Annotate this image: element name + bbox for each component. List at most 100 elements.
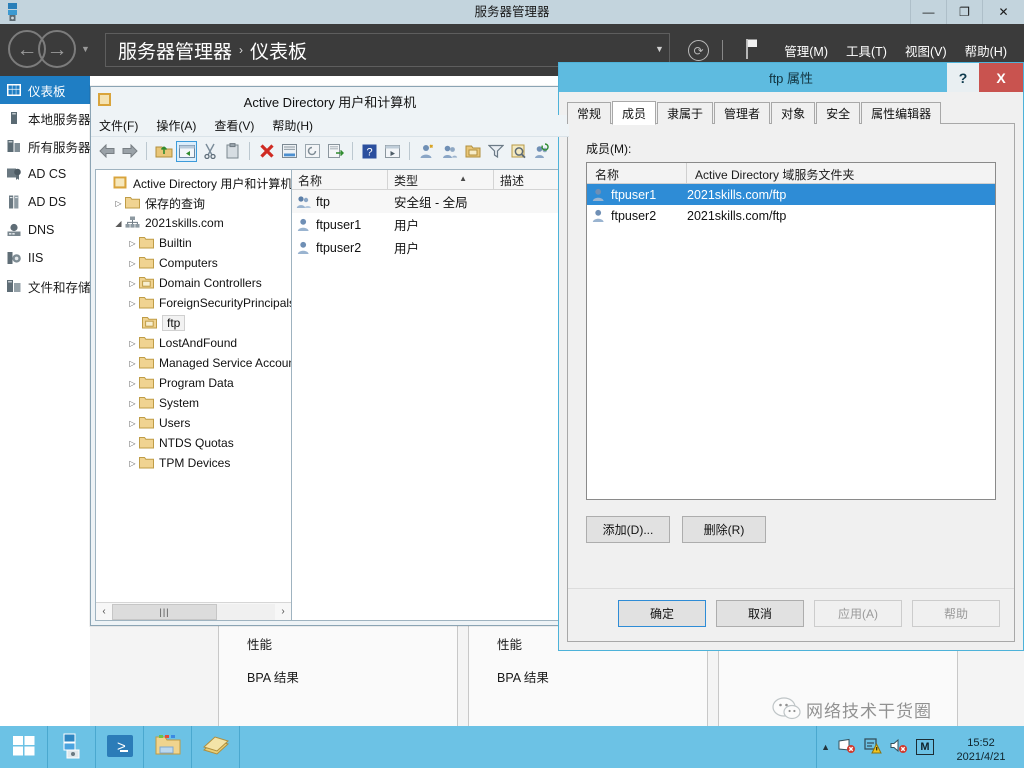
tree-expander[interactable]: ▷	[126, 279, 139, 288]
cancel-button[interactable]: 取消	[716, 600, 804, 627]
tree-node-tpm-devices[interactable]: ▷ TPM Devices	[98, 453, 291, 473]
scroll-right-button[interactable]: ›	[275, 604, 291, 620]
add-members-icon[interactable]	[531, 141, 552, 162]
ad-tree-pane[interactable]: Active Directory 用户和计算机 ▷ 保存的查询 ◢ 2021sk…	[96, 170, 292, 620]
refresh-icon[interactable]	[302, 141, 323, 162]
filter-icon[interactable]	[485, 141, 506, 162]
tree-expander[interactable]: ▷	[126, 339, 139, 348]
new-user-icon[interactable]	[416, 141, 437, 162]
clock[interactable]: 15:52 2021/4/21	[942, 730, 1020, 764]
tree-node-domain-controllers[interactable]: ▷ Domain Controllers	[98, 273, 291, 293]
show-hidden-icons-button[interactable]: ▲	[821, 742, 830, 752]
breadcrumb-chevron-down-icon[interactable]: ▼	[655, 44, 664, 54]
column-header-description[interactable]: 描述	[494, 170, 564, 189]
tree-node-console-root[interactable]: Active Directory 用户和计算机	[98, 173, 291, 193]
tree-expander[interactable]: ▷	[126, 379, 139, 388]
tree-node-ftp[interactable]: ftp	[98, 313, 291, 333]
tab-member-of[interactable]: 隶属于	[657, 102, 714, 124]
sidebar-item-file-and-storage[interactable]: 文件和存储服务	[0, 272, 90, 300]
input-method-icon[interactable]: M	[916, 739, 934, 755]
menu-tools[interactable]: 工具(T)	[846, 41, 887, 60]
up-folder-icon[interactable]	[153, 141, 174, 162]
tile-row-bpa[interactable]: BPA 结果	[247, 667, 457, 686]
help-button[interactable]: 帮助	[912, 600, 1000, 627]
taskbar-notepad[interactable]	[192, 726, 240, 768]
menu-view[interactable]: 查看(V)	[214, 117, 254, 134]
remove-button[interactable]: 删除(R)	[682, 516, 766, 543]
find-icon[interactable]	[508, 141, 529, 162]
sidebar-item-ad-cs[interactable]: AD CS	[0, 160, 90, 188]
tree-expander[interactable]: ▷	[126, 459, 139, 468]
tree-expander[interactable]: ▷	[126, 419, 139, 428]
tree-expander[interactable]: ▷	[126, 399, 139, 408]
tile-row-performance[interactable]: 性能	[247, 634, 457, 653]
add-button[interactable]: 添加(D)...	[586, 516, 670, 543]
table-row[interactable]: ftp 安全组 - 全局	[292, 190, 564, 213]
delete-icon[interactable]	[256, 141, 277, 162]
tree-node-lostandfound[interactable]: ▷ LostAndFound	[98, 333, 291, 353]
tree-node-computers[interactable]: ▷ Computers	[98, 253, 291, 273]
back-arrow-icon[interactable]	[96, 141, 117, 162]
sidebar-item-iis[interactable]: IIS	[0, 244, 90, 272]
scroll-track[interactable]: |||	[112, 603, 275, 620]
menu-help[interactable]: 帮助(H)	[272, 117, 313, 134]
tab-security[interactable]: 安全	[816, 102, 861, 124]
tab-general[interactable]: 常规	[567, 102, 612, 124]
properties-icon[interactable]	[279, 141, 300, 162]
apply-button[interactable]: 应用(A)	[814, 600, 902, 627]
restore-button[interactable]: ❐	[946, 0, 982, 24]
dashboard-tile[interactable]: 性能 BPA 结果	[218, 620, 458, 726]
tree-node-builtin[interactable]: ▷ Builtin	[98, 233, 291, 253]
menu-view[interactable]: 视图(V)	[905, 41, 947, 60]
show-hide-tree-icon[interactable]	[176, 140, 197, 162]
members-list[interactable]: 名称 Active Directory 域服务文件夹 ftpuser1 2021…	[586, 162, 996, 500]
members-list-item[interactable]: ftpuser2 2021skills.com/ftp	[587, 205, 995, 226]
tree-expander[interactable]: ▷	[126, 439, 139, 448]
taskbar-server-manager[interactable]	[48, 726, 96, 768]
notifications-flag-icon[interactable]	[745, 38, 759, 60]
volume-muted-icon[interactable]	[890, 738, 908, 757]
tab-members[interactable]: 成员	[612, 101, 657, 125]
close-button[interactable]: X	[979, 63, 1023, 92]
column-header-ad-folder[interactable]: Active Directory 域服务文件夹	[687, 163, 995, 183]
help-button[interactable]: ?	[947, 63, 979, 92]
taskbar-file-explorer[interactable]	[144, 726, 192, 768]
close-button[interactable]: ✕	[982, 0, 1024, 24]
column-header-type[interactable]: 类型 ▲	[388, 170, 494, 189]
tree-expander-expanded[interactable]: ◢	[112, 219, 125, 228]
menu-manage[interactable]: 管理(M)	[784, 41, 828, 60]
tree-node-managed-service-accounts[interactable]: ▷ Managed Service Accounts	[98, 353, 291, 373]
sidebar-item-ad-ds[interactable]: AD DS	[0, 188, 90, 216]
table-row[interactable]: ftpuser2 用户	[292, 236, 564, 259]
tree-expander[interactable]: ▷	[112, 199, 125, 208]
menu-action[interactable]: 操作(A)	[156, 117, 196, 134]
tree-node-users[interactable]: ▷ Users	[98, 413, 291, 433]
sidebar-item-local-server[interactable]: 本地服务器	[0, 104, 90, 132]
forward-arrow-icon[interactable]	[119, 141, 140, 162]
tree-node-domain[interactable]: ◢ 2021skills.com	[98, 213, 291, 233]
cut-icon[interactable]	[199, 141, 220, 162]
menu-file[interactable]: 文件(F)	[99, 117, 138, 134]
tree-node-saved-queries[interactable]: ▷ 保存的查询	[98, 193, 291, 213]
tab-object[interactable]: 对象	[771, 102, 816, 124]
sidebar-item-dns[interactable]: DNS	[0, 216, 90, 244]
tab-attribute-editor[interactable]: 属性编辑器	[861, 102, 942, 124]
tile-row-bpa[interactable]: BPA 结果	[497, 667, 707, 686]
help-icon[interactable]: ?	[359, 141, 380, 162]
menu-help[interactable]: 帮助(H)	[965, 41, 1007, 60]
members-list-item[interactable]: ftpuser1 2021skills.com/ftp	[587, 184, 995, 205]
tree-expander[interactable]: ▷	[126, 359, 139, 368]
refresh-icon[interactable]: ⟳	[688, 40, 709, 61]
export-list-icon[interactable]	[325, 141, 346, 162]
column-header-name[interactable]: 名称	[587, 163, 687, 183]
sidebar-item-all-servers[interactable]: 所有服务器	[0, 132, 90, 160]
ad-list-pane[interactable]: 名称 类型 ▲ 描述 ftp 安全组 - 全局 ftpuser1 用户 ftpu…	[292, 170, 564, 620]
scroll-left-button[interactable]: ‹	[96, 604, 112, 620]
run-icon[interactable]	[382, 141, 403, 162]
tree-node-ntds-quotas[interactable]: ▷ NTDS Quotas	[98, 433, 291, 453]
column-header-name[interactable]: 名称	[292, 170, 388, 189]
ok-button[interactable]: 确定	[618, 600, 706, 627]
new-ou-icon[interactable]	[462, 141, 483, 162]
tree-node-system[interactable]: ▷ System	[98, 393, 291, 413]
scroll-thumb[interactable]: |||	[112, 603, 217, 620]
